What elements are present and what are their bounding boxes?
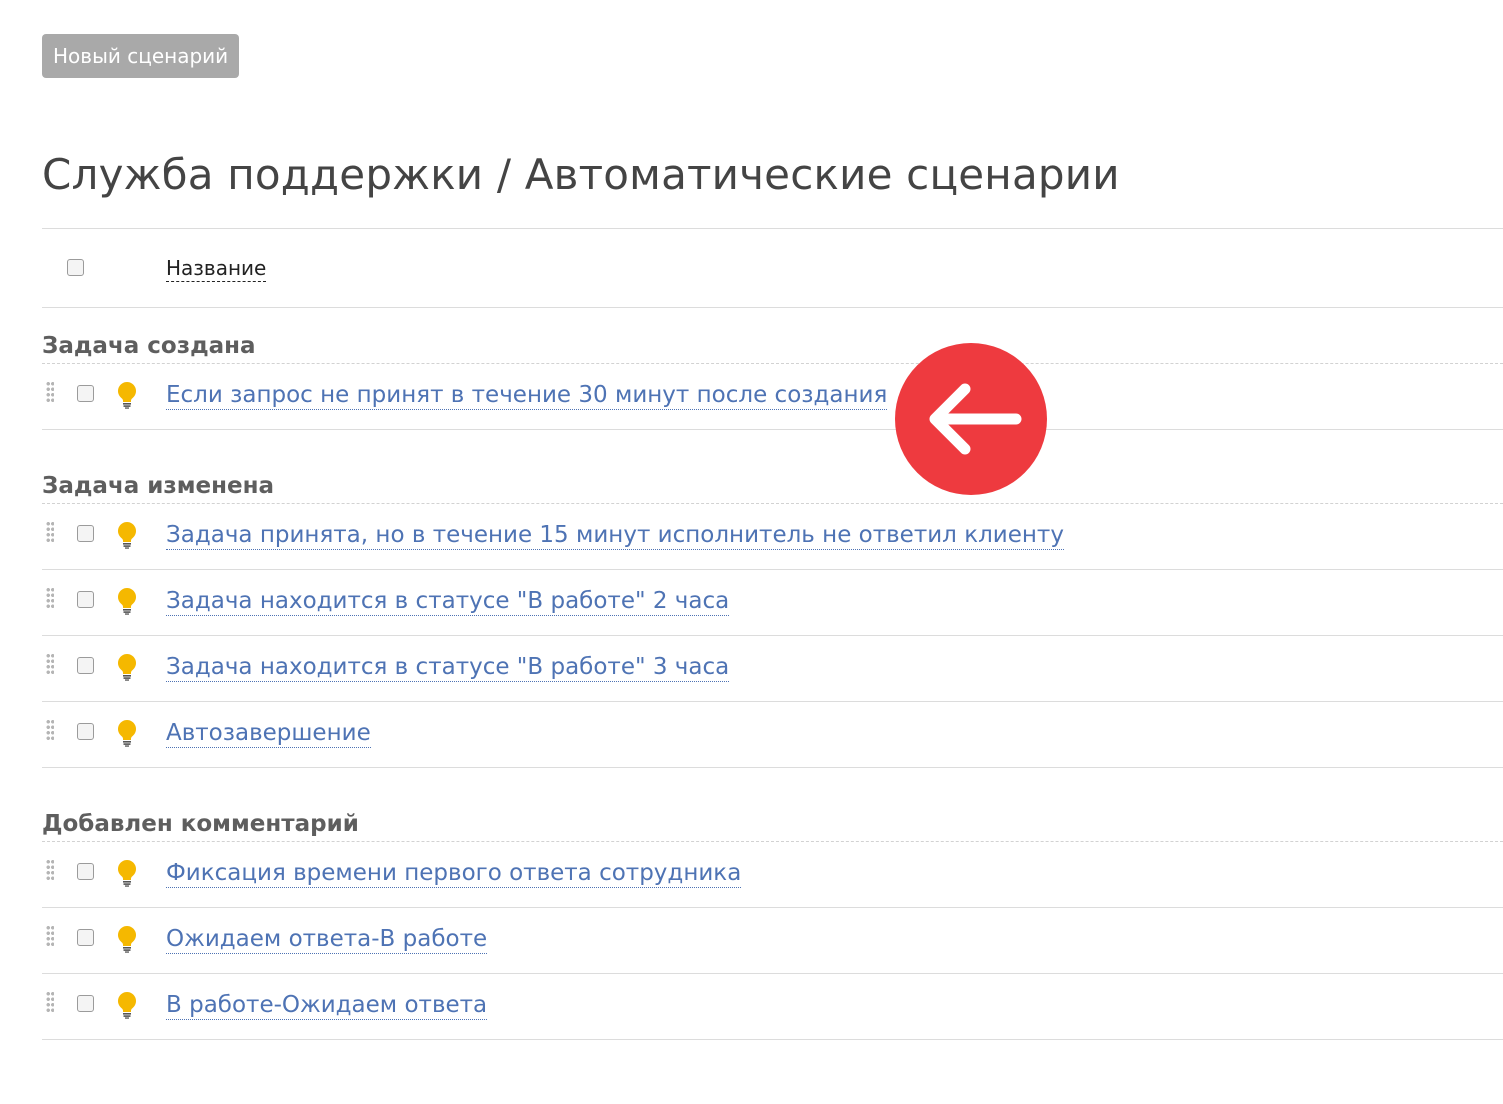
drag-handle-icon[interactable]	[46, 653, 54, 675]
lightbulb-icon	[118, 588, 136, 615]
new-scenario-button[interactable]: Новый сценарий	[42, 34, 240, 78]
table-row: В работе-Ожидаем ответа	[42, 974, 1503, 1040]
table-header: Название	[42, 228, 1503, 308]
scenario-link[interactable]: Если запрос не принят в течение 30 минут…	[166, 381, 888, 410]
scenario-link[interactable]: Автозавершение	[166, 719, 371, 748]
row-checkbox[interactable]	[77, 863, 94, 880]
group-title: Добавлен комментарий	[42, 786, 1503, 842]
drag-handle-icon[interactable]	[46, 719, 54, 741]
group-title-label: Добавлен комментарий	[42, 811, 359, 837]
column-header-name[interactable]: Название	[166, 256, 267, 282]
scenario-link[interactable]: Задача принята, но в течение 15 минут ис…	[166, 521, 1064, 550]
scenario-link[interactable]: Задача находится в статусе "В работе" 2 …	[166, 587, 730, 616]
group-title-label: Задача создана	[42, 333, 256, 359]
back-arrow-button[interactable]	[895, 343, 1047, 495]
table-row: Задача находится в статусе "В работе" 2 …	[42, 570, 1503, 636]
table-row: Фиксация времени первого ответа сотрудни…	[42, 842, 1503, 908]
row-checkbox[interactable]	[77, 385, 94, 402]
table-row: Автозавершение	[42, 702, 1503, 768]
table-row: Если запрос не принят в течение 30 минут…	[42, 364, 1503, 430]
lightbulb-icon	[118, 654, 136, 681]
drag-handle-icon[interactable]	[46, 587, 54, 609]
table-row: Задача принята, но в течение 15 минут ис…	[42, 504, 1503, 570]
scenario-link[interactable]: Ожидаем ответа-В работе	[166, 925, 488, 954]
arrow-left-icon	[929, 383, 1022, 455]
lightbulb-icon	[118, 926, 136, 953]
drag-handle-icon[interactable]	[46, 859, 54, 881]
lightbulb-icon	[118, 522, 136, 549]
drag-handle-icon[interactable]	[46, 521, 54, 543]
drag-handle-icon[interactable]	[46, 381, 54, 403]
scenario-link[interactable]: В работе-Ожидаем ответа	[166, 991, 488, 1020]
table-row: Ожидаем ответа-В работе	[42, 908, 1503, 974]
row-checkbox[interactable]	[77, 591, 94, 608]
drag-handle-icon[interactable]	[46, 991, 54, 1013]
row-checkbox[interactable]	[77, 657, 94, 674]
row-checkbox[interactable]	[77, 929, 94, 946]
row-checkbox[interactable]	[77, 723, 94, 740]
drag-handle-icon[interactable]	[46, 925, 54, 947]
lightbulb-icon	[118, 860, 136, 887]
select-all-checkbox[interactable]	[67, 259, 84, 276]
page-title: Служба поддержки / Автоматические сценар…	[42, 150, 1120, 199]
lightbulb-icon	[118, 992, 136, 1019]
table-row: Задача находится в статусе "В работе" 3 …	[42, 636, 1503, 702]
lightbulb-icon	[118, 720, 136, 747]
scenario-link[interactable]: Фиксация времени первого ответа сотрудни…	[166, 859, 742, 888]
lightbulb-icon	[118, 382, 136, 409]
row-checkbox[interactable]	[77, 525, 94, 542]
group-title: Задача создана	[42, 308, 1503, 364]
row-checkbox[interactable]	[77, 995, 94, 1012]
group-title: Задача изменена	[42, 448, 1503, 504]
group-title-label: Задача изменена	[42, 473, 275, 499]
scenario-link[interactable]: Задача находится в статусе "В работе" 3 …	[166, 653, 730, 682]
scenarios-table: Название Задача создана Если запрос не п…	[42, 228, 1503, 1040]
